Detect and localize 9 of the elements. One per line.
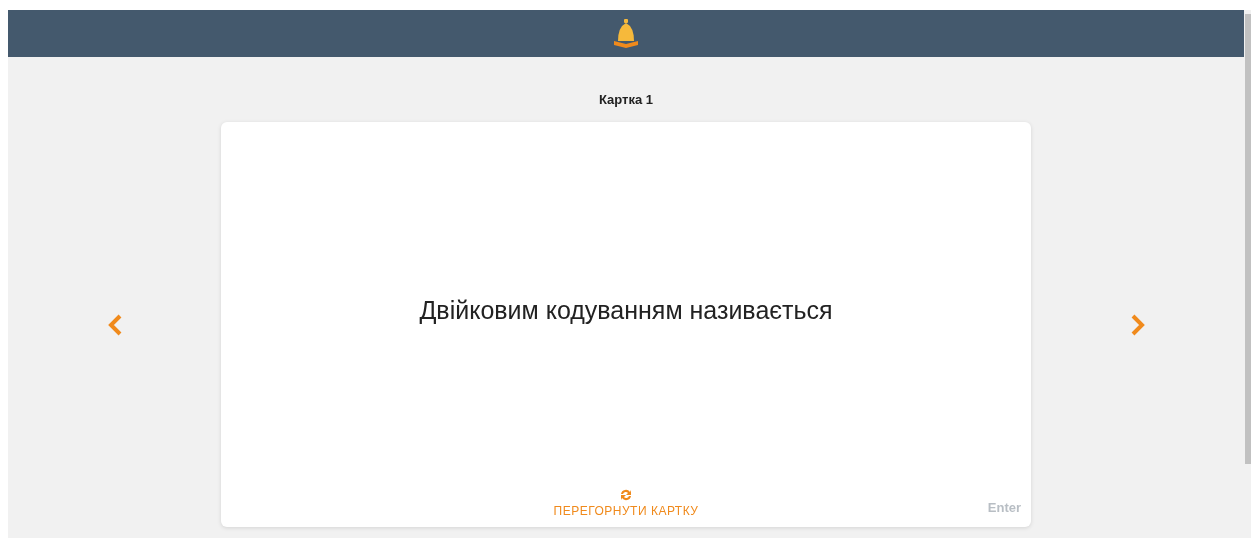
scrollbar-thumb[interactable] xyxy=(1244,14,1251,464)
bell-book-icon xyxy=(613,18,639,49)
chevron-right-icon xyxy=(1129,312,1146,337)
shortcut-hint: Enter xyxy=(987,500,1021,515)
card-title: Картка 1 xyxy=(597,92,654,109)
flip-card-button[interactable]: ПЕРЕГОРНУТИ КАРТКУ xyxy=(553,488,699,518)
refresh-icon xyxy=(619,488,633,502)
card-question: Двійковим кодуванням називається xyxy=(418,294,834,326)
chevron-left-icon xyxy=(106,312,123,337)
